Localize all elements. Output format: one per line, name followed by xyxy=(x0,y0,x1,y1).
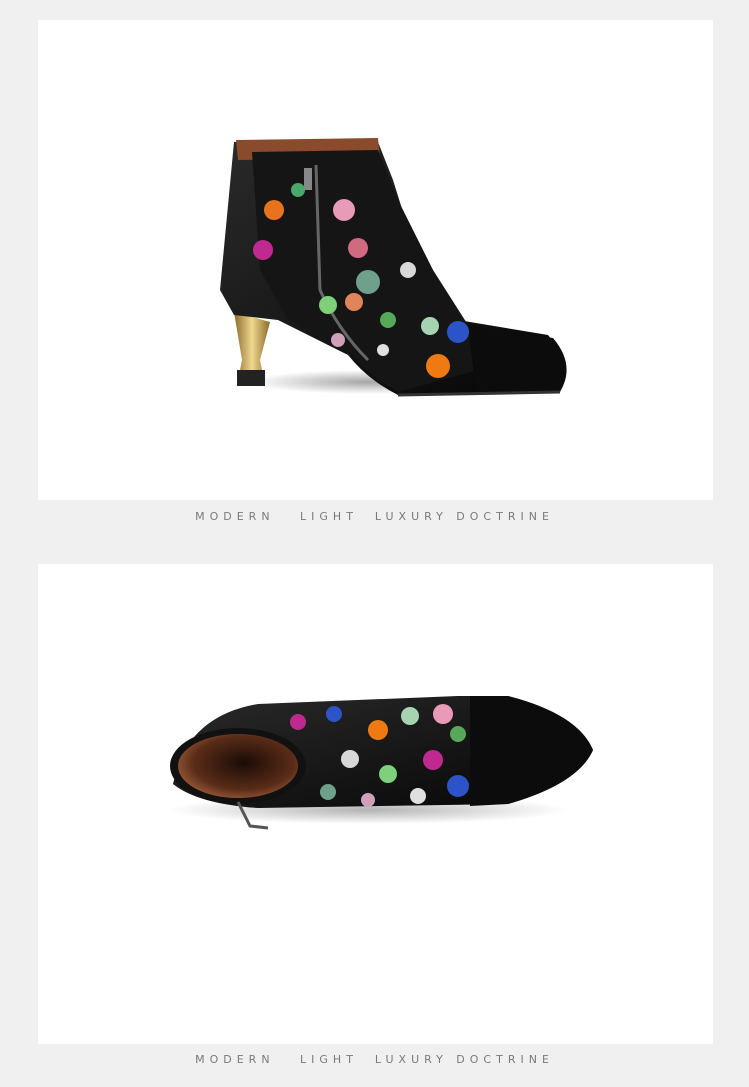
product-image-panel-side xyxy=(38,20,713,500)
metal-heel xyxy=(234,312,270,380)
ankle-boot-side-image xyxy=(220,138,567,397)
toe-cap xyxy=(468,325,567,392)
tagline: MODERN LIGHT LUXURY DOCTRINE xyxy=(195,1053,554,1066)
product-image-panel-top xyxy=(38,564,713,1044)
heel-tip xyxy=(237,370,265,386)
zipper-pull xyxy=(304,168,312,190)
boot-lining xyxy=(178,734,298,798)
tagline: MODERN LIGHT LUXURY DOCTRINE xyxy=(195,510,554,523)
ankle-boot-top-image xyxy=(168,696,593,830)
toe-cap xyxy=(470,696,593,806)
